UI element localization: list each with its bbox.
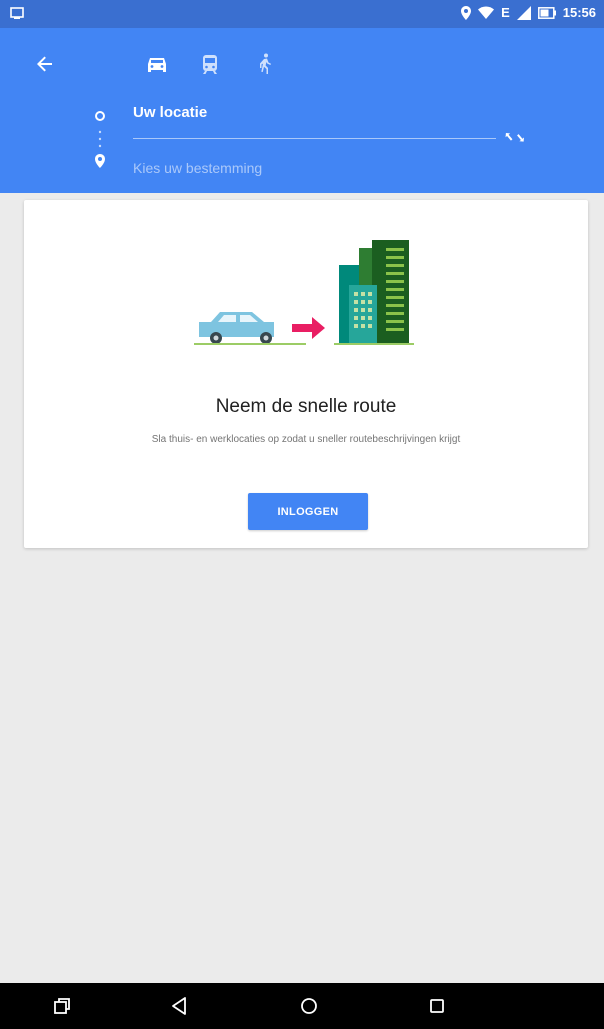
promo-card: Neem de snelle route Sla thuis- en werkl… <box>24 200 588 548</box>
wifi-icon <box>478 6 495 19</box>
directions-header: Uw locatie Kies uw bestemming <box>0 28 604 193</box>
route-line-icon <box>95 111 105 168</box>
destination-field[interactable]: Kies uw bestemming <box>133 160 262 176</box>
back-arrow-icon[interactable] <box>28 48 60 80</box>
location-icon <box>461 5 472 20</box>
network-label: E <box>501 5 510 20</box>
back-icon[interactable] <box>168 994 192 1018</box>
transit-icon[interactable] <box>196 50 224 78</box>
signal-icon <box>516 5 531 20</box>
status-bar: E 15:56 <box>0 0 604 28</box>
card-title: Neem de snelle route <box>215 396 397 417</box>
car-illustration <box>194 312 306 345</box>
navigation-bar <box>0 983 604 1029</box>
swap-icon[interactable] <box>502 126 526 150</box>
walk-icon[interactable] <box>251 50 279 78</box>
notification-icon <box>10 7 24 19</box>
battery-icon <box>537 6 556 19</box>
card-description: Sla thuis- en werklocaties op zodat u sn… <box>151 434 461 445</box>
field-divider <box>133 138 496 139</box>
origin-field[interactable]: Uw locatie <box>133 104 207 121</box>
recents-icon[interactable] <box>425 994 449 1018</box>
home-icon[interactable] <box>297 994 321 1018</box>
status-time: 15:56 <box>562 5 596 20</box>
car-to-building-illustration <box>194 240 414 345</box>
arrow-illustration <box>292 317 325 339</box>
building-illustration <box>334 240 414 345</box>
login-button[interactable]: INLOGGEN <box>248 493 368 530</box>
car-icon[interactable] <box>143 50 171 78</box>
extra-icon[interactable] <box>50 994 74 1018</box>
